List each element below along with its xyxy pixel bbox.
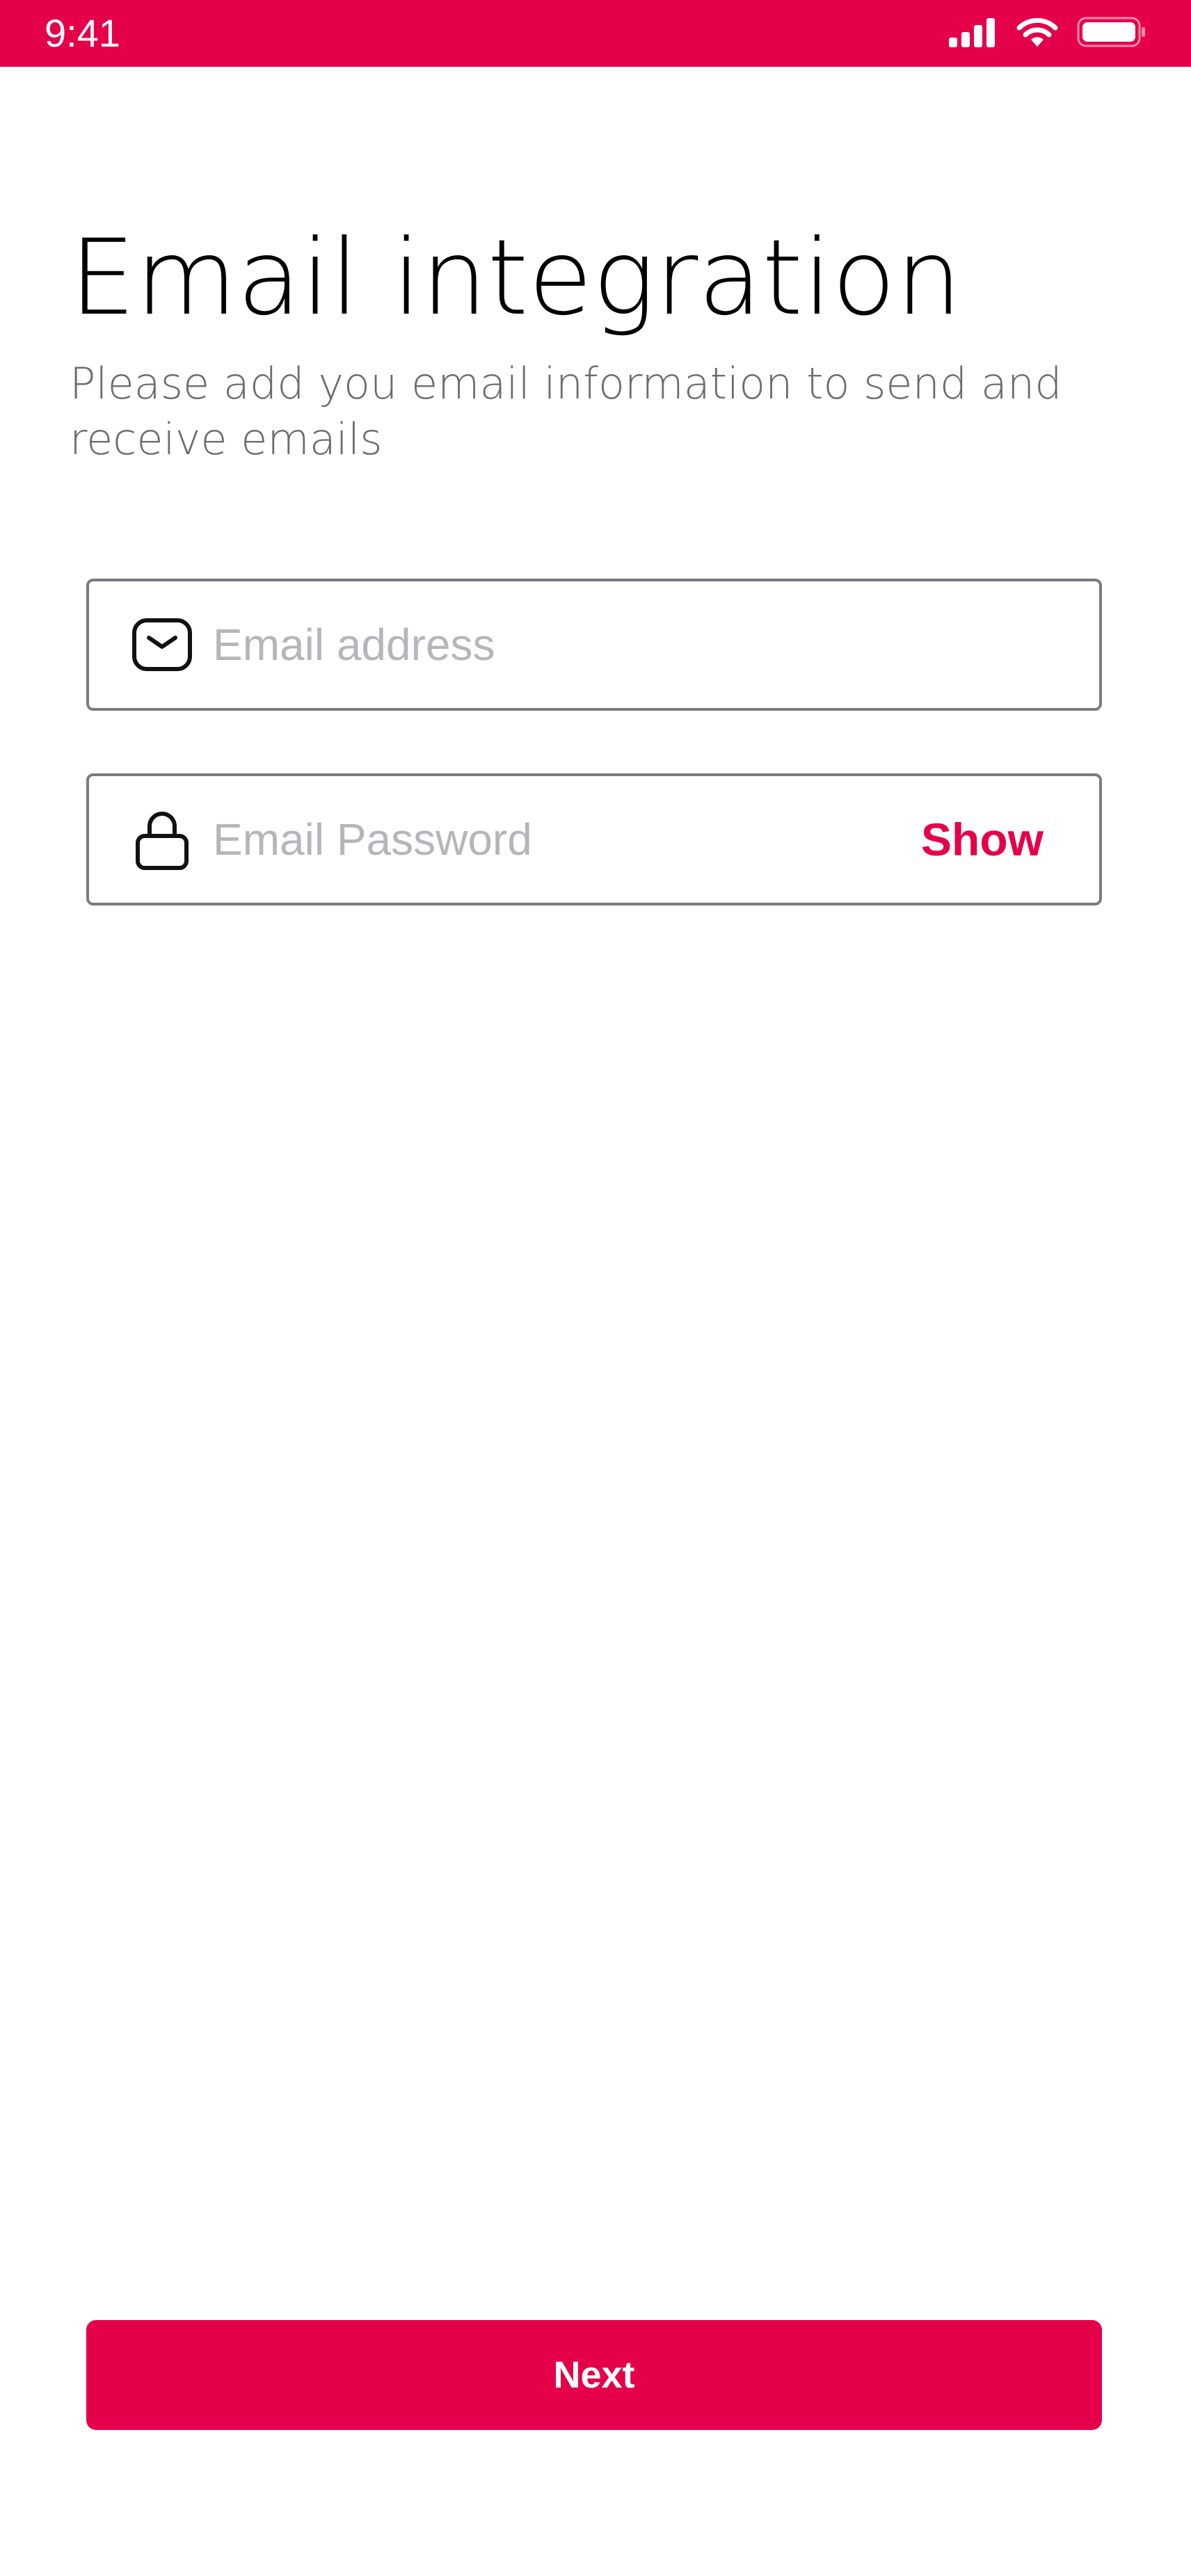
show-password-toggle[interactable]: Show: [921, 813, 1044, 866]
page-title: Email integration: [70, 218, 962, 339]
page-subtitle: Please add you email information to send…: [70, 358, 1062, 465]
mail-icon: [127, 610, 197, 679]
email-input[interactable]: [213, 581, 929, 708]
next-button[interactable]: Next: [86, 2320, 1102, 2430]
battery-icon: [1077, 16, 1146, 51]
status-bar: 9:41: [0, 0, 1191, 67]
signal-icon: [948, 17, 998, 51]
password-input[interactable]: [213, 776, 929, 903]
email-field[interactable]: [86, 579, 1102, 711]
lock-icon: [127, 805, 197, 874]
status-icons: [948, 17, 1146, 50]
password-field[interactable]: Show: [86, 773, 1102, 905]
status-time: 9:41: [45, 11, 120, 55]
wifi-icon: [1016, 16, 1059, 51]
